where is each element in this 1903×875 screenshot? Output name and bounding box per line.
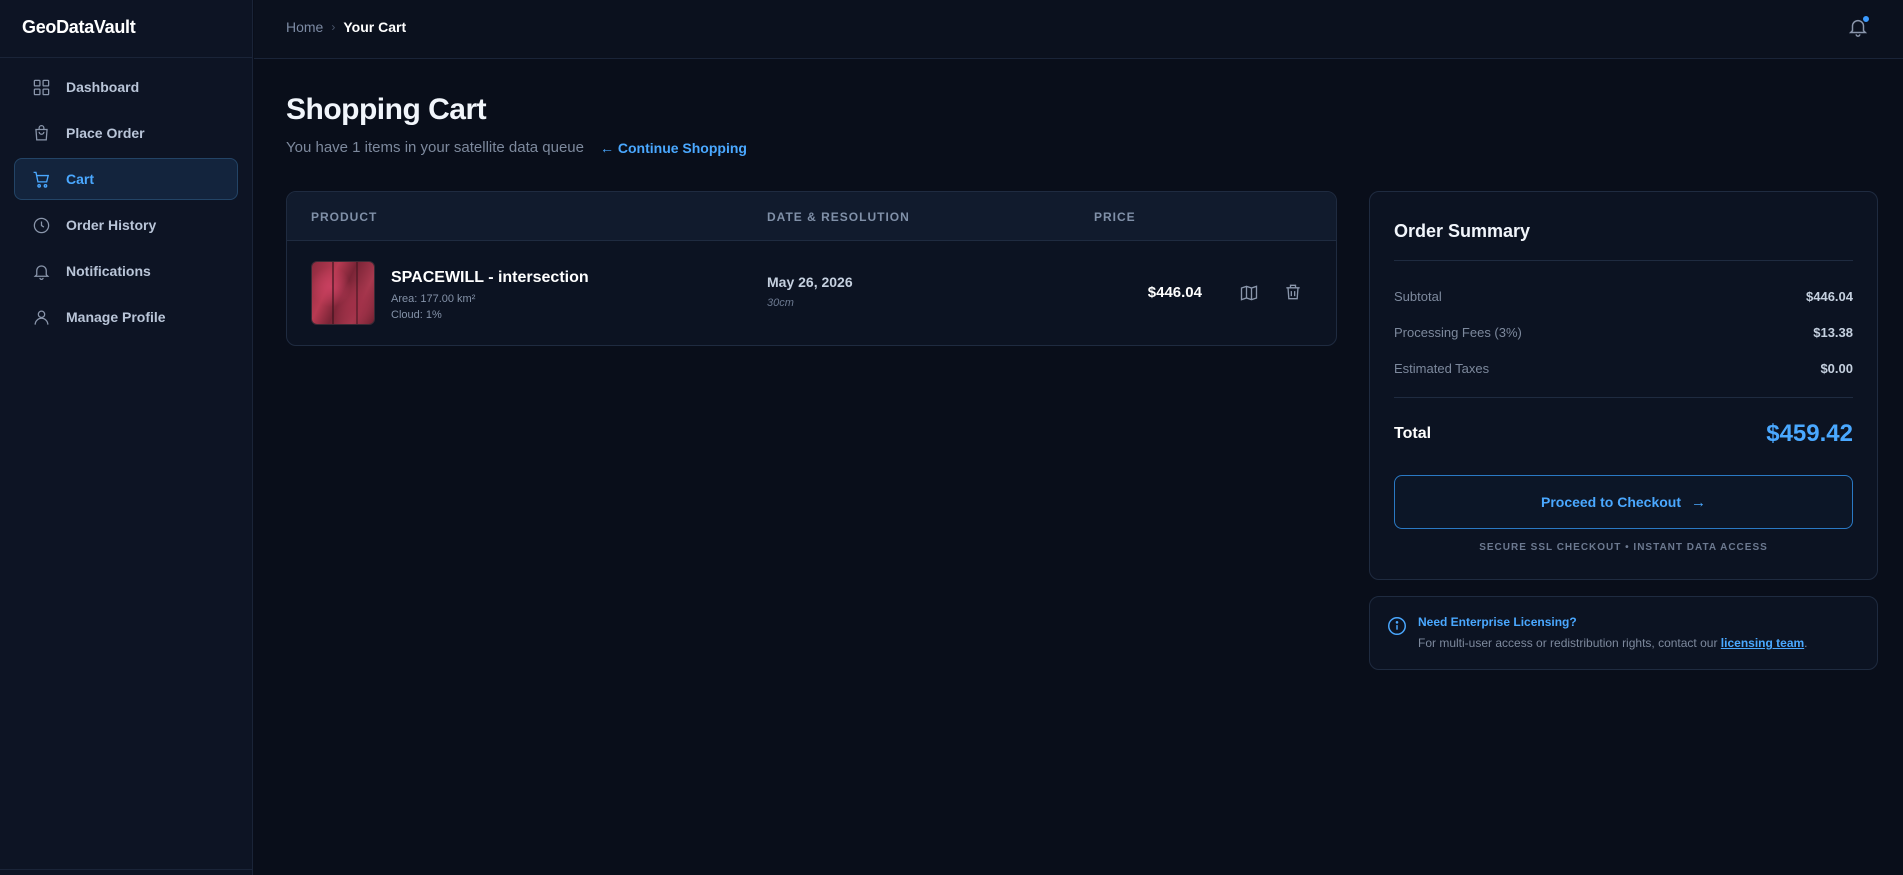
arrow-right-icon: → (1691, 493, 1707, 511)
checkout-button-label: Proceed to Checkout (1540, 494, 1682, 510)
enterprise-description: For multi-user access or redistribution … (1418, 636, 1718, 650)
sidebar-nav: Dashboard Place Order Cart Order History… (0, 58, 252, 338)
user-icon (31, 307, 51, 327)
column-header-date: DATE & RESOLUTION (767, 210, 910, 224)
enterprise-licensing-card: Need Enterprise Licensing? For multi-use… (1369, 596, 1878, 670)
summary-title: Order Summary (1394, 221, 1531, 241)
table-row: SPACEWILL - intersection Area: 177.00 km… (287, 241, 1336, 345)
page-title: Shopping Cart (286, 93, 487, 126)
top-bar: Home › Your Cart (254, 0, 1903, 59)
order-summary: Order Summary Subtotal $446.04 Processin… (1369, 191, 1878, 580)
enterprise-text: For multi-user access or redistribution … (1418, 636, 1808, 650)
info-icon (1386, 615, 1408, 637)
taxes-row: Estimated Taxes $0.00 (1394, 361, 1853, 376)
sidebar-item-label: Cart (66, 171, 95, 187)
sidebar-footer (0, 869, 253, 875)
sidebar-item-label: Dashboard (66, 79, 140, 95)
enterprise-title: Need Enterprise Licensing? (1418, 615, 1577, 629)
divider (1394, 260, 1853, 261)
product-price: $446.04 (1147, 284, 1202, 301)
product-thumbnail[interactable] (311, 261, 375, 325)
subtotal-row: Subtotal $446.04 (1394, 289, 1853, 304)
cart-count-text: You have 1 items in your satellite data … (286, 139, 584, 156)
total-value: $459.42 (1766, 420, 1853, 447)
column-header-price: PRICE (1094, 210, 1136, 224)
enterprise-suffix: . (1804, 636, 1808, 650)
product-meta: Area: 177.00 km² Cloud: 1% (391, 291, 475, 323)
notifications-bell-icon[interactable] (1847, 15, 1870, 38)
bell-icon (31, 261, 51, 281)
product-date: May 26, 2026 (767, 274, 853, 290)
app-logo[interactable]: GeoDataVault (0, 0, 252, 58)
divider (1394, 397, 1853, 398)
cart-table: PRODUCT DATE & RESOLUTION PRICE SPACEWIL… (286, 191, 1337, 346)
sidebar-item-label: Place Order (66, 125, 145, 141)
bag-icon (31, 123, 51, 143)
cart-icon (31, 169, 51, 189)
breadcrumb: Home › Your Cart (286, 19, 406, 35)
product-cloud: Cloud: 1% (391, 309, 442, 321)
fees-value: $13.38 (1813, 325, 1853, 340)
sidebar-item-place-order[interactable]: Place Order (14, 112, 238, 154)
taxes-label: Estimated Taxes (1394, 361, 1490, 376)
cart-table-header: PRODUCT DATE & RESOLUTION PRICE (287, 192, 1336, 241)
fees-row: Processing Fees (3%) $13.38 (1394, 325, 1853, 340)
secure-checkout-note: SECURE SSL CHECKOUT • INSTANT DATA ACCES… (1479, 542, 1768, 553)
checkout-button[interactable]: Proceed to Checkout → (1394, 475, 1853, 529)
total-label: Total (1394, 425, 1432, 442)
map-icon[interactable] (1239, 283, 1259, 303)
column-header-product: PRODUCT (311, 210, 378, 224)
product-resolution: 30cm (767, 297, 794, 309)
sidebar-item-manage-profile[interactable]: Manage Profile (14, 296, 238, 338)
licensing-team-link[interactable]: licensing team (1721, 636, 1804, 650)
subtotal-label: Subtotal (1394, 289, 1442, 304)
breadcrumb-current: Your Cart (343, 19, 407, 35)
sidebar-item-cart[interactable]: Cart (14, 158, 238, 200)
sidebar: GeoDataVault Dashboard Place Order Cart … (0, 0, 253, 875)
breadcrumb-separator: › (331, 20, 336, 34)
product-area: Area: 177.00 km² (391, 293, 476, 305)
product-name: SPACEWILL - intersection (391, 269, 589, 286)
notification-dot (1862, 15, 1870, 23)
subtotal-value: $446.04 (1806, 289, 1853, 304)
clock-icon (31, 215, 51, 235)
sidebar-item-label: Manage Profile (66, 309, 166, 325)
continue-shopping-link[interactable]: ← Continue Shopping (600, 140, 747, 156)
sidebar-item-notifications[interactable]: Notifications (14, 250, 238, 292)
taxes-value: $0.00 (1820, 361, 1853, 376)
sidebar-item-order-history[interactable]: Order History (14, 204, 238, 246)
sidebar-item-label: Notifications (66, 263, 151, 279)
sidebar-item-label: Order History (66, 217, 157, 233)
grid-icon (31, 77, 51, 97)
trash-icon[interactable] (1283, 282, 1303, 302)
breadcrumb-home[interactable]: Home (286, 19, 323, 35)
fees-label: Processing Fees (3%) (1394, 325, 1522, 340)
page-subtitle: You have 1 items in your satellite data … (286, 139, 747, 156)
sidebar-item-dashboard[interactable]: Dashboard (14, 66, 238, 108)
